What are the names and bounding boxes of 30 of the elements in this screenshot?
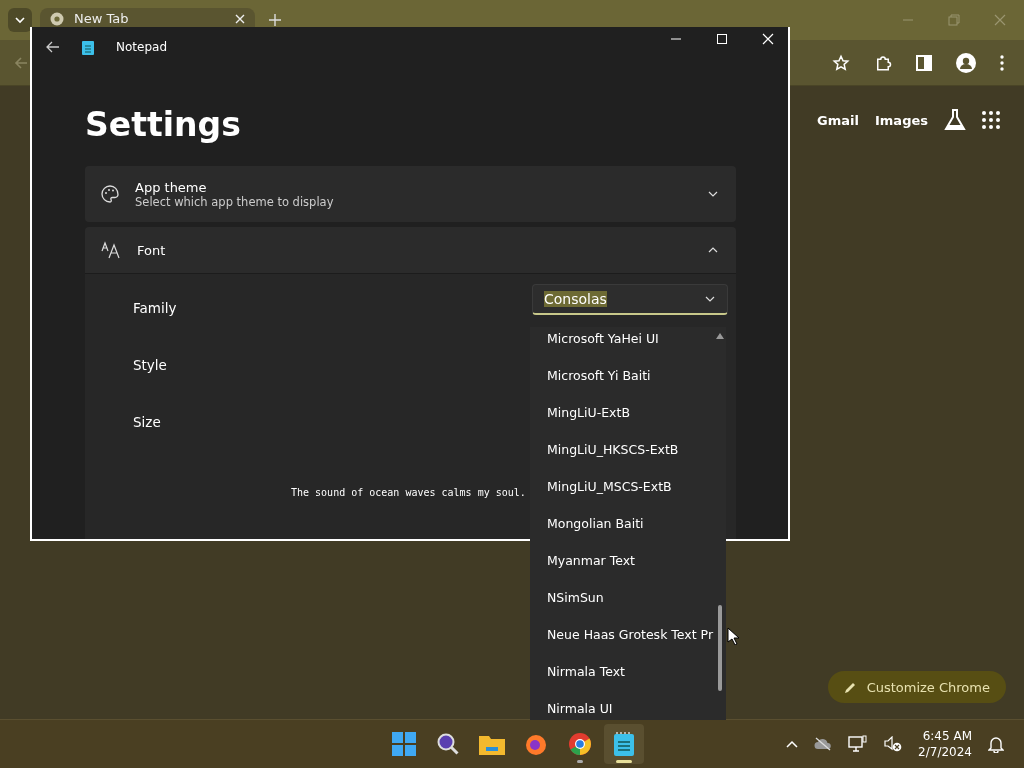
browser-tab[interactable]: New Tab [40,8,255,27]
window-title: Notepad [116,40,167,54]
font-option[interactable]: NSimSun [547,579,714,616]
header-link[interactable]: Gmail [817,112,859,128]
setting-label: Size [133,413,161,430]
settings-heading: Settings [85,105,242,144]
font-option[interactable]: Microsoft Yi Baiti [547,357,714,394]
header-link[interactable]: Images [875,112,928,128]
section-title: App theme [135,179,208,195]
font-option[interactable]: MingLiU_MSCS-ExtB [547,468,714,505]
font-option[interactable]: Neue Haas Grotesk Text Pr [547,616,714,653]
font-preview-text: The sound of ocean waves calms my soul. [291,487,526,498]
font-option[interactable]: Nirmala Text [547,653,714,690]
clock-date[interactable]: 2/7/2024 [918,744,972,760]
font-option[interactable]: Myanmar Text [547,542,714,579]
tab-title: New Tab [74,11,130,26]
customize-chrome-button[interactable]: Customize Chrome [827,671,1006,703]
font-card-header[interactable]: Font [85,227,736,273]
font-option[interactable]: Mongolian Baiti [547,505,714,542]
app-theme-card[interactable]: App theme Select which app theme to display [85,166,736,222]
font-option[interactable]: MingLiU-ExtB [547,394,714,431]
section-description: Select which app theme to display [135,194,335,209]
font-option[interactable]: MingLiU_HKSCS-ExtB [547,431,714,468]
setting-label: Style [133,356,167,373]
font-option[interactable]: Microsoft YaHei UI [547,327,714,357]
font-family-dropdown[interactable]: Consolas [532,284,728,315]
setting-label: Family [133,299,177,316]
font-option[interactable]: Nirmala UI [547,690,714,720]
section-title: Font [137,242,167,258]
clock-time[interactable]: 6:45 AM [922,728,972,744]
